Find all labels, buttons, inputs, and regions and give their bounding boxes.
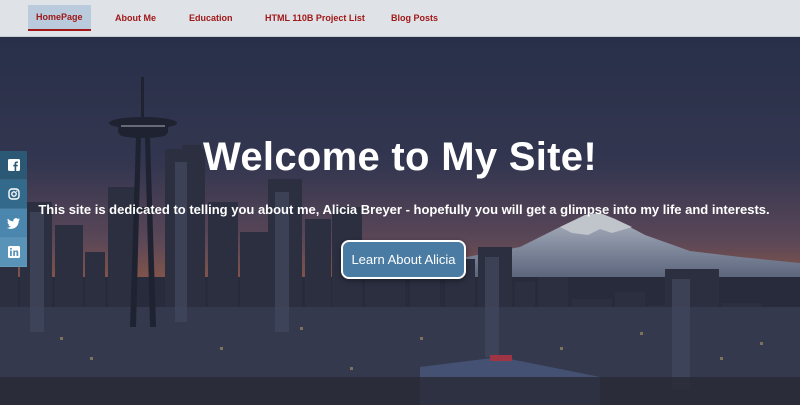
social-sidebar (0, 151, 27, 267)
linkedin-icon[interactable] (0, 238, 27, 267)
page-title: Welcome to My Site! (203, 135, 597, 179)
hero-banner: Welcome to My Site! This site is dedicat… (0, 37, 800, 405)
twitter-icon[interactable] (0, 209, 27, 238)
hero-tagline: This site is dedicated to telling you ab… (38, 202, 770, 217)
hero-overlay (0, 37, 800, 405)
facebook-icon[interactable] (0, 151, 27, 180)
nav-project-list[interactable]: HTML 110B Project List (265, 5, 365, 31)
nav-blog-posts[interactable]: Blog Posts (391, 5, 438, 31)
learn-about-button[interactable]: Learn About Alicia (341, 240, 466, 279)
nav-homepage[interactable]: HomePage (28, 5, 91, 31)
instagram-icon[interactable] (0, 180, 27, 209)
nav-education[interactable]: Education (189, 5, 233, 31)
nav-about-me[interactable]: About Me (115, 5, 156, 31)
top-nav: HomePage About Me Education HTML 110B Pr… (0, 0, 800, 37)
